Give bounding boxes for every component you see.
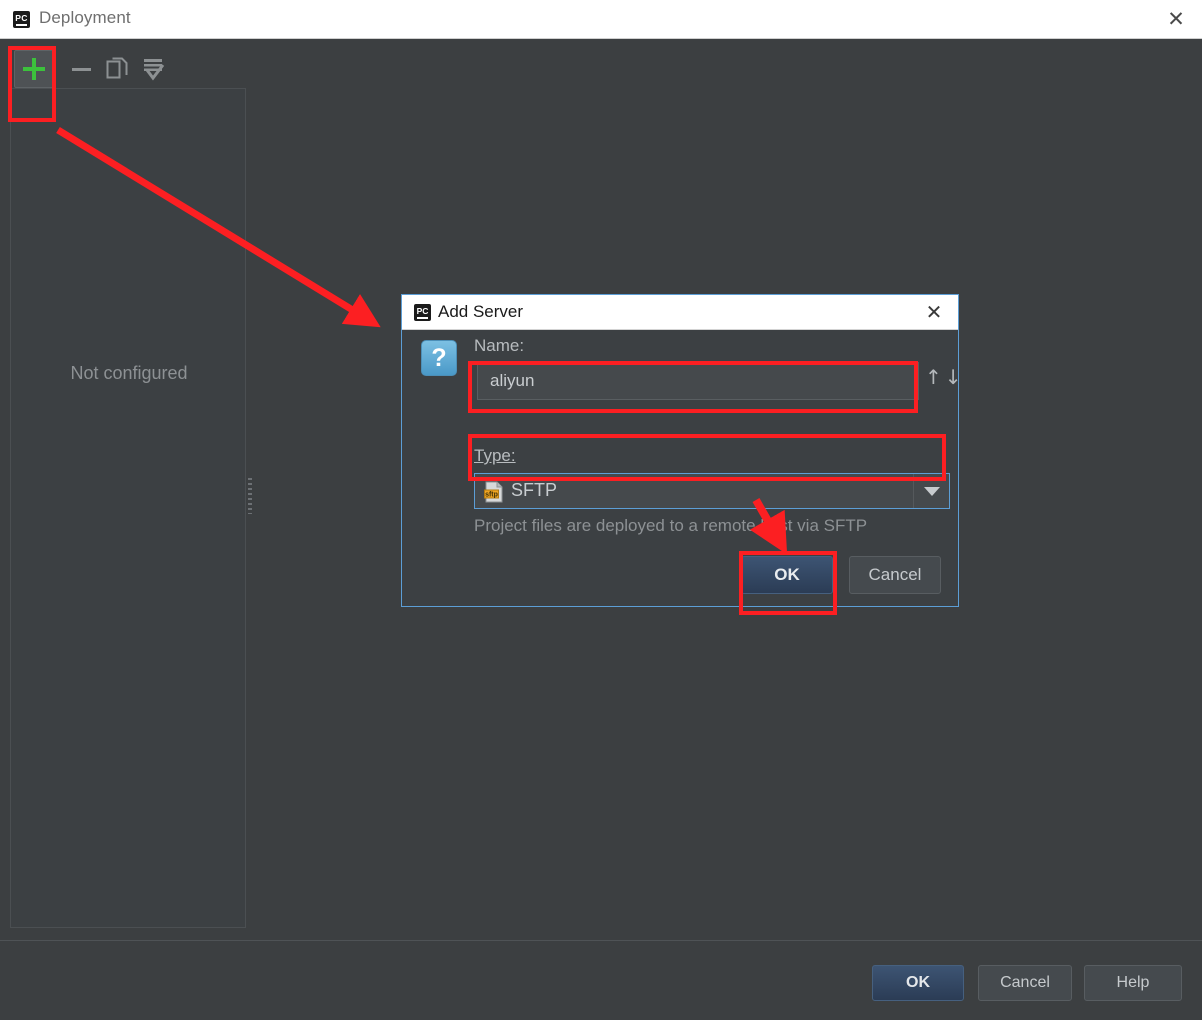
close-icon[interactable]: ✕ <box>1159 6 1193 32</box>
window-titlebar: PC Deployment ✕ <box>0 0 1202 39</box>
cancel-button[interactable]: Cancel <box>978 965 1072 1001</box>
help-button[interactable]: Help <box>1084 965 1182 1001</box>
remove-server-button[interactable] <box>62 50 100 88</box>
name-field-label: Name: <box>474 336 525 355</box>
sftp-file-icon: sftp <box>484 481 503 503</box>
annotation-highlight-add-button <box>8 46 56 122</box>
set-default-button[interactable] <box>134 50 172 88</box>
minus-icon <box>71 67 91 71</box>
chevron-down-icon <box>923 486 940 496</box>
server-list-panel[interactable]: Not configured <box>10 88 246 928</box>
dialog-title: Add Server <box>438 302 524 321</box>
dialog-close-icon[interactable]: ✕ <box>922 300 946 324</box>
deployment-settings-window: PC Deployment ✕ Not configured OK Cancel… <box>0 0 1202 1020</box>
copy-server-button[interactable] <box>98 50 136 88</box>
type-select-value: SFTP <box>511 480 558 500</box>
dialog-cancel-button[interactable]: Cancel <box>849 556 941 594</box>
panel-splitter[interactable] <box>246 88 254 928</box>
pycharm-icon: PC <box>13 11 30 28</box>
annotation-highlight-name-field <box>468 361 918 413</box>
copy-icon <box>106 57 128 79</box>
pycharm-icon: PC <box>414 304 431 321</box>
annotation-highlight-type-field <box>468 434 946 481</box>
help-question-icon[interactable]: ? <box>421 340 457 376</box>
ok-button[interactable]: OK <box>872 965 964 1001</box>
page-title: Deployment <box>39 8 131 27</box>
set-default-icon <box>144 59 165 81</box>
annotation-highlight-dialog-ok <box>739 551 837 615</box>
dialog-titlebar: PC Add Server ✕ <box>402 295 958 330</box>
type-description: Project files are deployed to a remote h… <box>474 516 868 535</box>
bottom-separator <box>0 940 1202 941</box>
reorder-arrows[interactable]: ↑↓ <box>925 365 962 393</box>
server-list-empty-text: Not configured <box>70 363 188 383</box>
svg-text:sftp: sftp <box>485 492 498 499</box>
arrow-down-icon[interactable]: ↓ <box>945 365 965 389</box>
arrow-up-icon[interactable]: ↑ <box>925 365 945 389</box>
splitter-handle-dots <box>248 478 252 514</box>
